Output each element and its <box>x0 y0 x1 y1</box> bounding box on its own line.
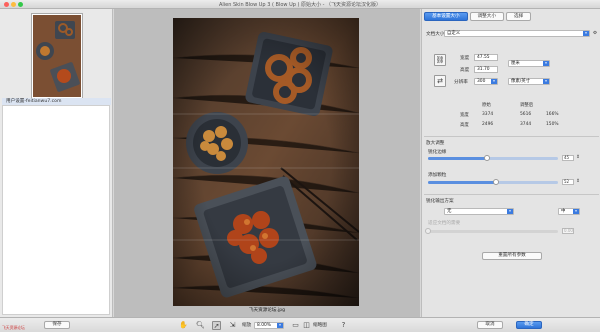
adapt-slider-knob <box>425 228 431 234</box>
height-field[interactable]: 31.70 <box>474 66 498 73</box>
thumbnail-food-picture <box>33 15 81 97</box>
grain-label: 添加颗粒 <box>428 173 447 178</box>
table-row-height-adjusted: 3744 <box>520 122 532 127</box>
table-row-width-original: 3374 <box>482 112 494 117</box>
preview-canvas[interactable]: 飞天资源论坛.jpg <box>114 9 420 317</box>
settings-tabs: 基本设置大小 调整大小 选择 <box>424 12 532 21</box>
save-button[interactable]: 保存 <box>44 321 70 329</box>
zoom-value: 8.00% <box>257 323 271 328</box>
zoom-select[interactable]: 8.00% ▾ <box>254 322 284 329</box>
preset-label[interactable]: 用户设置-feitianwu7.com <box>2 98 111 105</box>
doc-size-value: 自定义 <box>447 31 461 36</box>
table-row-width-adjusted: 5616 <box>520 112 532 117</box>
zoom-tool-icon[interactable]: 🔍︎ <box>196 321 205 330</box>
preview-photo[interactable] <box>173 18 359 306</box>
resolution-unit-value: 像素/英寸 <box>511 79 531 84</box>
width-label: 宽度 <box>460 56 470 61</box>
sharpen-slider[interactable] <box>428 155 558 161</box>
table-row-height-original: 2496 <box>482 122 494 127</box>
grain-value[interactable]: 52 <box>562 179 574 185</box>
table-row-height-pct: 150% <box>546 122 559 127</box>
sharpen-slider-fill <box>428 157 487 160</box>
divider <box>424 136 599 137</box>
sharpen-slider-knob[interactable] <box>483 155 490 161</box>
bottom-toolbar: 飞天资源论坛 保存 ✋ 🔍︎ ➚ ⇲ 缩放 8.00% ▾ ▭ ◫ 缩略图 ? … <box>0 317 600 332</box>
sharpen-label: 锐化边缘 <box>428 150 447 155</box>
chevron-down-icon: ▾ <box>491 79 497 84</box>
window-title: Alien Skin Blow Up 3 ( Blow Up ) 原始大小 - … <box>218 2 382 8</box>
preset-list <box>2 105 110 315</box>
resolution-value: 300 <box>477 79 486 84</box>
chevron-down-icon: ▾ <box>573 209 579 214</box>
table-row-height-label: 高度 <box>460 123 469 128</box>
watermark: 飞天资源论坛 <box>2 325 25 330</box>
unit-select[interactable]: 厘米 ▾ <box>508 60 550 67</box>
gear-icon[interactable]: ⚙ <box>593 31 597 36</box>
cancel-button[interactable]: 取消 <box>477 321 503 329</box>
grain-slider-fill <box>428 181 496 184</box>
chevron-down-icon: ▾ <box>543 61 549 66</box>
resample-icon[interactable]: ⇄ <box>434 75 446 87</box>
thumbnail-image <box>33 15 81 97</box>
resolution-field[interactable]: 300 ▾ <box>474 78 498 85</box>
sharpen-amount-value: 中 <box>561 209 566 214</box>
grain-slider-knob[interactable] <box>492 179 499 185</box>
table-row-width-label: 宽度 <box>460 113 469 118</box>
preset-panel: 用户设置-feitianwu7.com <box>0 9 113 317</box>
crop-tool-icon[interactable]: ⇲ <box>228 321 237 330</box>
help-icon[interactable]: ? <box>339 321 348 330</box>
ok-button[interactable]: 确定 <box>516 321 542 329</box>
chevron-down-icon: ▾ <box>543 79 549 84</box>
table-row-width-pct: 166% <box>546 112 559 117</box>
chevron-down-icon: ▾ <box>507 209 513 214</box>
settings-panel: 基本设置大小 调整大小 选择 文档大小 自定义 ▾ ⚙ ⛓ ⇄ 宽度 47.55… <box>421 9 600 317</box>
sharpen-type-select[interactable]: 无 ▾ <box>444 208 514 215</box>
food-photo-image <box>173 18 359 306</box>
adapt-value: 0.00 <box>562 228 574 234</box>
doc-size-select[interactable]: 自定义 ▾ <box>444 30 590 37</box>
resolution-label: 分辨率 <box>454 80 468 85</box>
table-header-original: 原始 <box>482 103 491 108</box>
adapt-document-label: 适应文档的需要 <box>428 221 461 226</box>
photo-caption: 飞天资源论坛.jpg <box>248 308 286 313</box>
select-tool-icon[interactable]: ➚ <box>212 321 221 330</box>
height-label: 高度 <box>460 68 470 73</box>
preset-thumbnail[interactable] <box>31 13 83 99</box>
stepper-icon[interactable]: ⇕ <box>576 155 580 160</box>
hand-tool-icon[interactable]: ✋ <box>179 321 188 330</box>
lock-aspect-icon[interactable]: ⛓ <box>434 54 446 66</box>
sharpen-output-section-title: 锐化输出方案 <box>426 199 454 204</box>
reset-all-button[interactable]: 重置所有参数 <box>482 252 542 260</box>
doc-size-label: 文档大小 <box>426 32 445 37</box>
tab-select[interactable]: 选择 <box>505 12 532 21</box>
adapt-slider <box>425 228 558 234</box>
table-header-adjusted: 调整后 <box>520 103 534 108</box>
grain-slider[interactable] <box>428 179 558 185</box>
divider <box>424 194 599 195</box>
tab-basic-size[interactable]: 基本设置大小 <box>424 12 468 21</box>
sharpen-value[interactable]: 45 <box>562 155 574 161</box>
zoom-label: 缩放 <box>242 323 252 328</box>
view-icon[interactable]: ▭ <box>291 321 300 330</box>
width-field[interactable]: 47.55 <box>474 54 498 61</box>
enlarge-section-title: 放大调整 <box>426 141 445 146</box>
chevron-down-icon: ▾ <box>583 31 589 36</box>
resolution-unit-select[interactable]: 像素/英寸 ▾ <box>508 78 550 85</box>
chevron-down-icon: ▾ <box>277 323 283 328</box>
sharpen-type-value: 无 <box>447 209 452 214</box>
split-view-icon[interactable]: ◫ <box>302 321 311 330</box>
stepper-icon[interactable]: ⇕ <box>576 179 580 184</box>
title-bar: Alien Skin Blow Up 3 ( Blow Up ) 原始大小 - … <box>0 0 600 9</box>
tab-resize[interactable]: 调整大小 <box>469 12 504 21</box>
fit-label: 缩略图 <box>313 323 327 328</box>
sharpen-amount-select[interactable]: 中 ▾ <box>558 208 580 215</box>
unit-value: 厘米 <box>511 61 520 66</box>
